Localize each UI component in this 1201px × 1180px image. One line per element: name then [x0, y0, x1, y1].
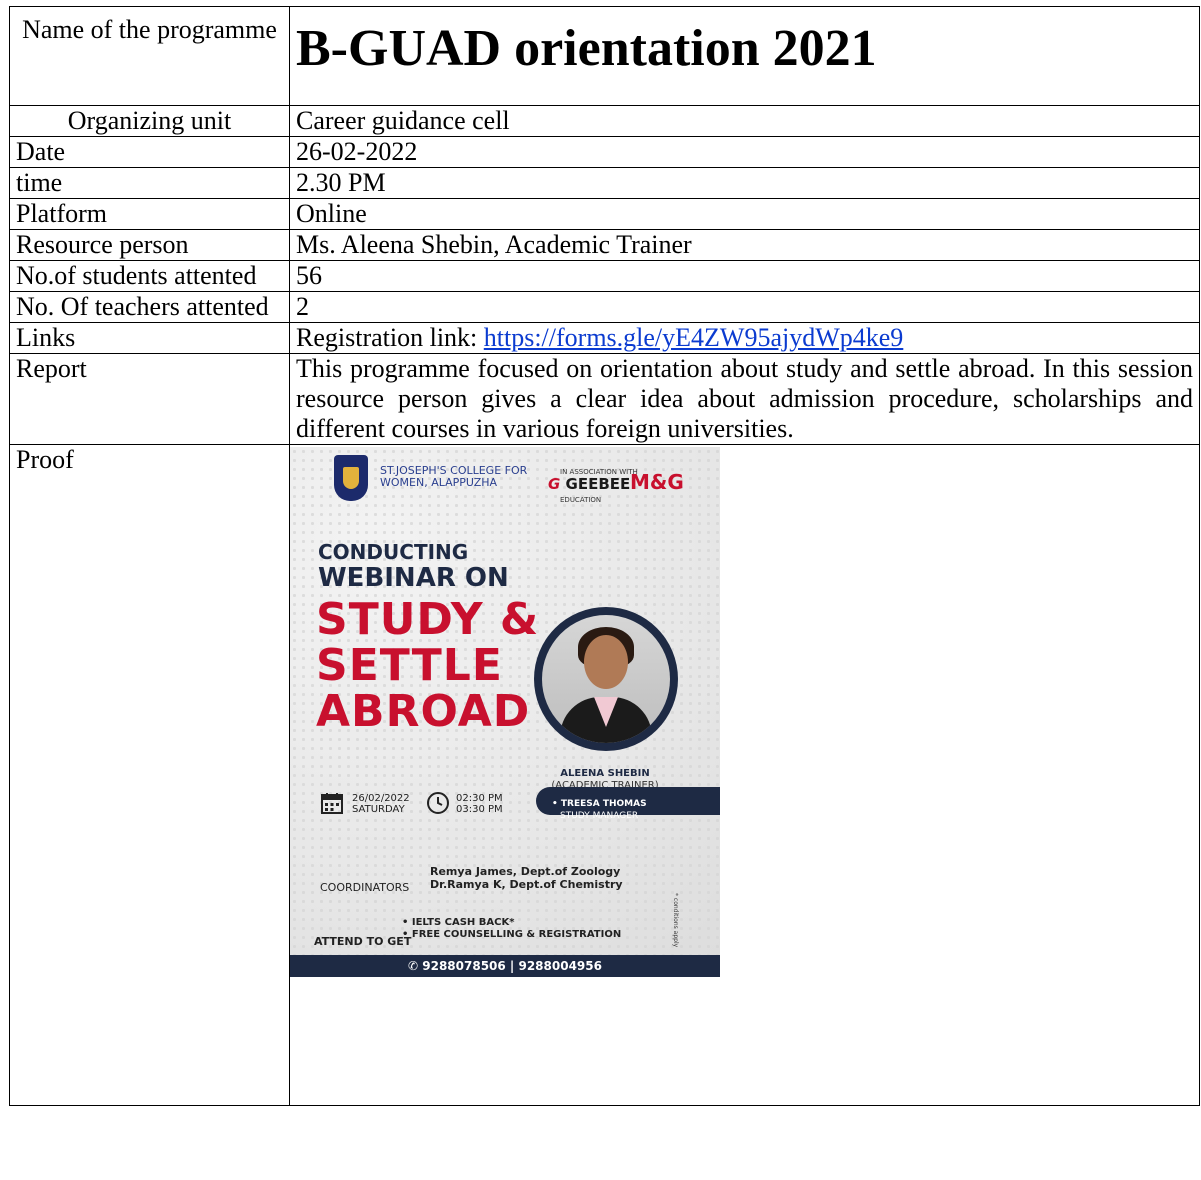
students-value: 56: [289, 260, 1200, 292]
poster-time-end: 03:30 PM: [456, 804, 503, 815]
title-label: Name of the programme: [9, 6, 290, 106]
time-label: time: [9, 167, 290, 199]
registration-link[interactable]: https://forms.gle/yE4ZW95ajydWp4ke9: [484, 323, 904, 352]
speaker-photo: [542, 615, 670, 743]
time-value: 2.30 PM: [289, 167, 1200, 199]
clock-icon: [427, 792, 449, 814]
benefits-list: • IELTS CASH BACK* • FREE COUNSELLING & …: [402, 917, 621, 941]
geebee-sub: EDUCATION: [560, 496, 602, 504]
teachers-label: No. Of teachers attented: [9, 291, 290, 323]
mg-logo: M&G: [630, 470, 684, 494]
manager-role: STUDY MANAGER: [560, 811, 639, 821]
links-value: Registration link: https://forms.gle/yE4…: [289, 322, 1200, 354]
row-organizing-unit: Organizing unit Career guidance cell: [9, 105, 1200, 137]
row-students: No.of students attented 56: [9, 260, 1200, 292]
date-label: Date: [9, 136, 290, 168]
proof-label: Proof: [9, 444, 290, 1106]
programme-title: B-GUAD orientation 2021: [289, 6, 1200, 106]
coordinator-names: Remya James, Dept.of Zoology Dr.Ramya K,…: [430, 865, 623, 891]
coordinator-1: Remya James, Dept.of Zoology: [430, 865, 621, 878]
resource-person-label: Resource person: [9, 229, 290, 261]
teachers-value: 2: [289, 291, 1200, 323]
headline-line-3: ABROAD: [316, 686, 531, 737]
coordinators-label: COORDINATORS: [320, 881, 410, 894]
attend-label: ATTEND TO GET: [314, 935, 412, 948]
headline-line-2: SETTLE: [316, 640, 503, 691]
college-crest-icon: [334, 455, 368, 501]
poster-college-name: ST.JOSEPH'S COLLEGE FOR WOMEN, ALAPPUZHA: [380, 464, 528, 489]
students-label: No.of students attented: [9, 260, 290, 292]
poster-headline: STUDY & SETTLE ABROAD: [316, 597, 539, 735]
proof-cell: ST.JOSEPH'S COLLEGE FOR WOMEN, ALAPPUZHA…: [289, 444, 1200, 1106]
links-label: Links: [9, 322, 290, 354]
coordinator-2: Dr.Ramya K, Dept.of Chemistry: [430, 878, 623, 891]
poster-date: 26/02/2022 SATURDAY: [352, 793, 410, 815]
row-links: Links Registration link: https://forms.g…: [9, 322, 1200, 354]
row-time: time 2.30 PM: [9, 167, 1200, 199]
calendar-icon: [321, 793, 343, 814]
organizing-unit-label: Organizing unit: [9, 105, 290, 137]
row-resource-person: Resource person Ms. Aleena Shebin, Acade…: [9, 229, 1200, 261]
platform-label: Platform: [9, 198, 290, 230]
phone-bar: ✆ 9288078506 | 9288004956: [290, 955, 720, 977]
row-platform: Platform Online: [9, 198, 1200, 230]
row-proof: Proof ST.JOSEPH'S COLLEGE FOR WOMEN, ALA…: [9, 444, 1200, 1106]
headline-line-1: STUDY &: [316, 594, 540, 645]
organizing-unit-value: Career guidance cell: [289, 105, 1200, 137]
poster-day: SATURDAY: [352, 804, 405, 815]
platform-value: Online: [289, 198, 1200, 230]
date-value: 26-02-2022: [289, 136, 1200, 168]
conditions-note: * conditions apply: [672, 893, 679, 948]
benefit-1: • IELTS CASH BACK*: [402, 917, 515, 928]
poster-webinar-on: WEBINAR ON: [318, 563, 509, 593]
title-row: Name of the programme B-GUAD orientation…: [9, 6, 1200, 106]
report-text: This programme focused on orientation ab…: [289, 353, 1200, 445]
resource-person-value: Ms. Aleena Shebin, Academic Trainer: [289, 229, 1200, 261]
row-date: Date 26-02-2022: [9, 136, 1200, 168]
poster-date-value: 26/02/2022: [352, 793, 410, 804]
benefit-2: • FREE COUNSELLING & REGISTRATION: [402, 929, 622, 940]
row-teachers: No. Of teachers attented 2: [9, 291, 1200, 323]
registration-prefix: Registration link:: [296, 323, 484, 352]
row-report: Report This programme focused on orienta…: [9, 353, 1200, 445]
report-label: Report: [9, 353, 290, 445]
poster-time-start: 02:30 PM: [456, 793, 503, 804]
webinar-poster: ST.JOSEPH'S COLLEGE FOR WOMEN, ALAPPUZHA…: [290, 447, 720, 977]
programme-report-table: Name of the programme B-GUAD orientation…: [9, 6, 1200, 1106]
poster-time: 02:30 PM 03:30 PM: [456, 793, 503, 815]
